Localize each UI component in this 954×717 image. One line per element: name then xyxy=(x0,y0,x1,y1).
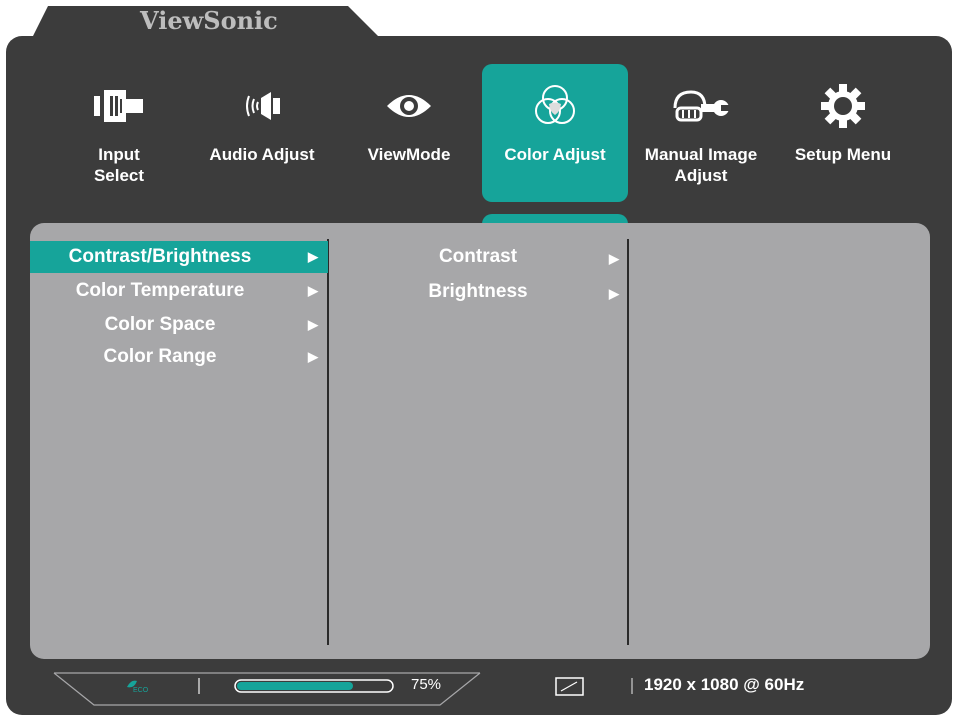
tab-viewmode-label: ViewMode xyxy=(367,145,451,164)
osd-menu: ViewSonic Input Select Audio Adjust View… xyxy=(0,0,954,717)
submenu-item-label: Brightness xyxy=(428,281,528,302)
menu-item-color-range[interactable]: Color Range ▶ xyxy=(30,341,328,373)
eco-label: ECO xyxy=(133,687,149,694)
tab-audio-adjust-label: Audio Adjust xyxy=(209,145,315,164)
menu-item-label: Color Range xyxy=(103,346,217,367)
menu-item-contrast-brightness[interactable]: Contrast/Brightness ▶ xyxy=(30,241,328,273)
input-select-icon xyxy=(46,82,192,130)
eye-icon xyxy=(336,82,482,130)
submenu-item-contrast[interactable]: Contrast ▶ xyxy=(330,241,626,273)
menu-item-color-space[interactable]: Color Space ▶ xyxy=(30,309,328,341)
menu-item-label: Contrast/Brightness xyxy=(68,246,252,267)
brand-logo: ViewSonic xyxy=(140,6,278,35)
tab-input-select[interactable]: Input Select xyxy=(46,64,192,202)
submenu-item-brightness[interactable]: Brightness ▶ xyxy=(330,276,626,308)
menu-item-label: Color Space xyxy=(104,314,216,335)
tab-manual-image-adjust-label: Manual Image Adjust xyxy=(644,145,758,185)
tab-audio-adjust[interactable]: Audio Adjust xyxy=(189,64,335,202)
tab-color-adjust-label: Color Adjust xyxy=(504,145,606,164)
tab-viewmode[interactable]: ViewMode xyxy=(336,64,482,202)
arrow-right-icon: ▶ xyxy=(308,317,318,332)
tab-manual-image-adjust[interactable]: Manual Image Adjust xyxy=(628,64,774,202)
menu-item-label: Color Temperature xyxy=(75,280,245,301)
progress-label: 75% xyxy=(411,676,442,693)
eco-icon: ECO xyxy=(127,680,149,694)
resolution-label: 1920 x 1080 @ 60Hz xyxy=(644,675,805,694)
arrow-right-icon: ▶ xyxy=(308,349,318,364)
arrow-right-icon: ▶ xyxy=(609,286,619,301)
speaker-icon xyxy=(189,82,335,130)
submenu-item-label: Contrast xyxy=(438,246,518,267)
tab-color-adjust[interactable]: Color Adjust xyxy=(482,64,628,202)
progress-fill xyxy=(237,682,353,690)
status-bar: ECO xyxy=(53,672,633,706)
column-divider xyxy=(627,239,629,645)
color-circles-icon xyxy=(482,82,628,130)
gear-icon xyxy=(770,82,916,130)
tab-setup-menu-label: Setup Menu xyxy=(794,145,892,164)
menu-item-color-temperature[interactable]: Color Temperature ▶ xyxy=(30,275,328,307)
tab-setup-menu[interactable]: Setup Menu xyxy=(770,64,916,202)
arrow-right-icon: ▶ xyxy=(308,249,318,264)
hand-wrench-icon xyxy=(628,82,774,130)
arrow-right-icon: ▶ xyxy=(609,251,619,266)
arrow-right-icon: ▶ xyxy=(308,283,318,298)
tab-input-select-label: Input Select xyxy=(93,145,145,185)
